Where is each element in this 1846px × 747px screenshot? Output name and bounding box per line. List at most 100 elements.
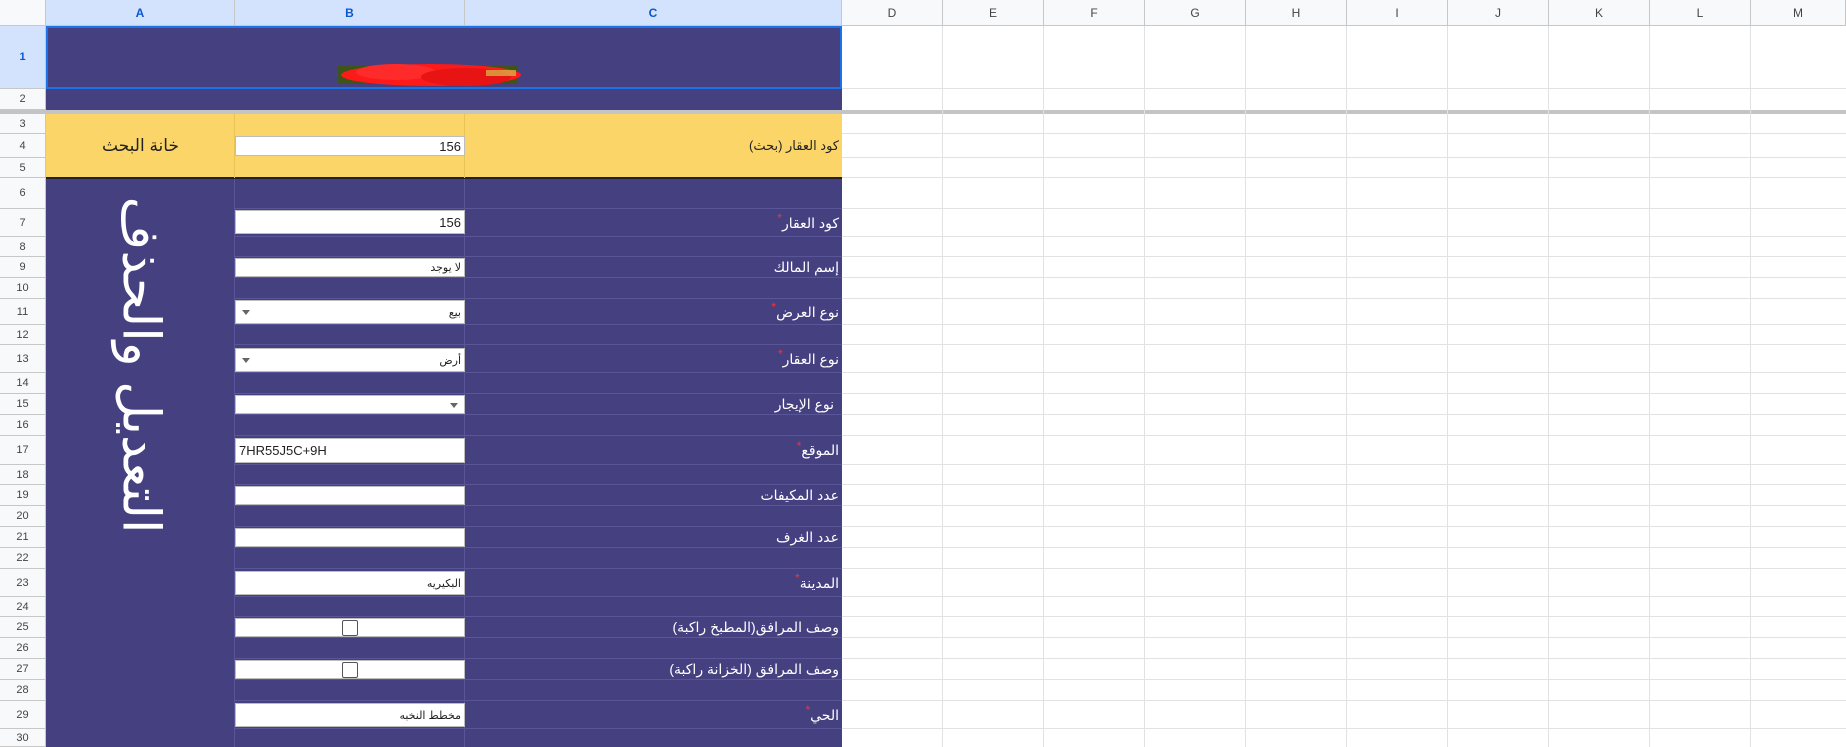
label-location: الموقع * <box>465 436 839 465</box>
column-header-d[interactable]: D <box>842 0 943 26</box>
required-marker: * <box>777 347 783 361</box>
column-header-e[interactable]: E <box>943 0 1044 26</box>
grid-line <box>1043 26 1044 747</box>
row-header-27[interactable]: 27 <box>0 659 46 680</box>
chevron-down-icon[interactable] <box>242 310 250 315</box>
column-header-j[interactable]: J <box>1448 0 1549 26</box>
column-header-g[interactable]: G <box>1145 0 1246 26</box>
row-header-5[interactable]: 5 <box>0 158 46 178</box>
rooms-input[interactable] <box>235 528 465 547</box>
label-rent-type-text: نوع الإيجار <box>774 396 834 412</box>
required-marker: * <box>771 300 777 314</box>
search-title: خانة البحث <box>102 136 179 155</box>
row-header-22[interactable]: 22 <box>0 548 46 569</box>
label-offer-type-text: نوع العرض <box>776 303 839 320</box>
kitchen-cell <box>235 618 465 637</box>
ac-count-input[interactable] <box>235 486 465 505</box>
row-header-28[interactable]: 28 <box>0 680 46 701</box>
row-header-21[interactable]: 21 <box>0 527 46 548</box>
owner-input[interactable]: لا يوجد <box>235 258 465 277</box>
row-header-26[interactable]: 26 <box>0 638 46 659</box>
row-header-15[interactable]: 15 <box>0 394 46 415</box>
grid-line <box>1649 26 1650 747</box>
row-header-8[interactable]: 8 <box>0 237 46 257</box>
column-header-f[interactable]: F <box>1044 0 1145 26</box>
grid-line <box>1346 26 1347 747</box>
row-header-12[interactable]: 12 <box>0 325 46 345</box>
grid-line <box>1750 26 1751 747</box>
row-header-13[interactable]: 13 <box>0 345 46 373</box>
grid-line <box>1447 26 1448 747</box>
location-input[interactable]: 7HR55J5C+9H <box>235 438 465 463</box>
kitchen-checkbox[interactable] <box>342 619 358 636</box>
row-header-25[interactable]: 25 <box>0 617 46 638</box>
closet-checkbox[interactable] <box>342 661 358 678</box>
search-code-label: كود العقار (بحث) <box>465 134 839 158</box>
row-header-4[interactable]: 4 <box>0 134 46 158</box>
column-header-m[interactable]: M <box>1751 0 1846 26</box>
side-title: التعديل والحذف <box>111 196 170 533</box>
row-header-9[interactable]: 9 <box>0 257 46 278</box>
property-type-dropdown[interactable]: أرض <box>235 348 465 372</box>
offer-type-value: بيع <box>448 306 461 319</box>
column-header-h[interactable]: H <box>1246 0 1347 26</box>
row-header-10[interactable]: 10 <box>0 278 46 299</box>
required-marker: * <box>777 211 782 225</box>
row-header-24[interactable]: 24 <box>0 597 46 617</box>
chevron-down-icon[interactable] <box>450 402 458 408</box>
row-header-1[interactable]: 1 <box>0 26 46 89</box>
grid-line <box>1245 26 1246 747</box>
row-header-14[interactable]: 14 <box>0 373 46 394</box>
required-marker: * <box>795 571 800 585</box>
row-header-18[interactable]: 18 <box>0 465 46 485</box>
property-type-value: أرض <box>439 354 461 367</box>
search-code-input[interactable]: 156 <box>235 136 465 156</box>
label-code: كود العقار * <box>465 209 839 237</box>
chevron-down-icon[interactable] <box>242 358 250 363</box>
side-title-box: التعديل والحذف <box>100 196 180 533</box>
rent-type-dropdown[interactable] <box>235 395 465 414</box>
label-property-type-text: نوع العقار <box>782 350 839 367</box>
row-header-3[interactable]: 3 <box>0 114 46 134</box>
row-header-29[interactable]: 29 <box>0 701 46 729</box>
row-header-23[interactable]: 23 <box>0 569 46 597</box>
label-kitchen: وصف المرافق(المطبخ راكبة) <box>465 617 839 638</box>
label-ac-count-text: عدد المكيفات <box>760 487 839 503</box>
label-rent-type: نوع الإيجار <box>465 394 834 415</box>
district-input[interactable]: مخطط النخبه <box>235 703 465 727</box>
column-header-c[interactable]: C <box>465 0 842 26</box>
row-header-7[interactable]: 7 <box>0 209 46 237</box>
label-ac-count: عدد المكيفات <box>465 485 839 506</box>
grid-line <box>942 26 943 747</box>
select-all-corner[interactable] <box>0 0 46 26</box>
row-header-6[interactable]: 6 <box>0 178 46 209</box>
label-city: المدينة * <box>465 569 839 597</box>
column-header-a[interactable]: A <box>46 0 235 26</box>
row-header-11[interactable]: 11 <box>0 299 46 325</box>
search-code-label-text: كود العقار (بحث) <box>748 138 839 153</box>
code-input[interactable]: 156 <box>235 210 465 234</box>
column-header-i[interactable]: I <box>1347 0 1448 26</box>
column-header-b[interactable]: B <box>235 0 465 26</box>
row-header-16[interactable]: 16 <box>0 415 46 436</box>
label-district-text: الحي <box>810 706 839 723</box>
row-header-30[interactable]: 30 <box>0 729 46 747</box>
row-header-2[interactable]: 2 <box>0 89 46 110</box>
label-owner-text: إسم المالك <box>773 259 839 275</box>
label-closet-text: وصف المرافق (الخزانة راكبة) <box>669 661 839 677</box>
offer-type-dropdown[interactable]: بيع <box>235 300 465 324</box>
label-closet: وصف المرافق (الخزانة راكبة) <box>465 659 839 680</box>
row-header-17[interactable]: 17 <box>0 436 46 465</box>
label-rooms-text: عدد الغرف <box>776 529 839 545</box>
label-district: الحي * <box>465 701 839 729</box>
city-input[interactable]: البكيريه <box>235 571 465 595</box>
closet-cell <box>235 660 465 679</box>
redacted-logo <box>336 62 526 88</box>
label-kitchen-text: وصف المرافق(المطبخ راكبة) <box>672 619 839 635</box>
grid-line <box>1144 26 1145 747</box>
row-header-19[interactable]: 19 <box>0 485 46 506</box>
label-rooms: عدد الغرف <box>465 527 839 548</box>
row-header-20[interactable]: 20 <box>0 506 46 527</box>
column-header-k[interactable]: K <box>1549 0 1650 26</box>
column-header-l[interactable]: L <box>1650 0 1751 26</box>
